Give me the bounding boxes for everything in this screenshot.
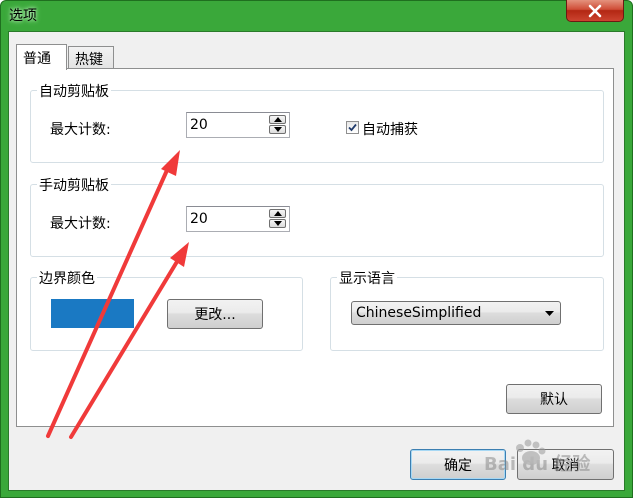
auto-clipboard-label: 自动剪贴板 xyxy=(37,81,111,101)
language-selected-value: ChineseSimplified xyxy=(356,305,482,321)
manual-max-count-spinner xyxy=(269,209,286,229)
auto-clipboard-group: 自动剪贴板 最大计数: 20 自动捕获 xyxy=(30,81,604,163)
auto-capture-label: 自动捕获 xyxy=(362,122,418,138)
auto-max-count-spinner xyxy=(269,115,286,135)
tab-panel-general: 自动剪贴板 最大计数: 20 自动捕获 手动剪贴板 最大计数: 20 边界颜色 … xyxy=(16,68,614,427)
language-select[interactable]: ChineseSimplified xyxy=(351,301,561,325)
border-color-group: 边界颜色 更改... xyxy=(30,268,303,351)
manual-max-count-decrement[interactable] xyxy=(269,219,286,228)
tab-general[interactable]: 普通 xyxy=(16,44,67,70)
checkmark-icon xyxy=(348,123,357,132)
chevron-down-icon xyxy=(545,311,554,316)
manual-clipboard-group: 手动剪贴板 最大计数: 20 xyxy=(30,175,604,257)
border-color-swatch xyxy=(51,299,134,328)
manual-max-count-input[interactable]: 20 xyxy=(186,206,290,232)
window-title: 选项 xyxy=(9,8,37,24)
display-language-label: 显示语言 xyxy=(337,268,397,288)
tab-hotkeys[interactable]: 热键 xyxy=(68,46,114,68)
change-color-button[interactable]: 更改... xyxy=(167,299,263,329)
close-button[interactable] xyxy=(566,0,624,22)
auto-max-count-input[interactable]: 20 xyxy=(186,112,290,138)
manual-max-count-value: 20 xyxy=(190,211,208,227)
auto-max-count-value: 20 xyxy=(190,117,208,133)
manual-clipboard-label: 手动剪贴板 xyxy=(37,175,111,195)
auto-max-count-increment[interactable] xyxy=(269,115,286,124)
display-language-group: 显示语言 ChineseSimplified xyxy=(330,268,604,351)
spin-down-icon xyxy=(274,221,282,226)
default-button[interactable]: 默认 xyxy=(506,384,602,414)
auto-max-count-decrement[interactable] xyxy=(269,125,286,134)
close-icon xyxy=(588,4,602,17)
manual-max-count-label: 最大计数: xyxy=(50,216,111,232)
spin-up-icon xyxy=(274,211,282,216)
auto-capture-checkbox[interactable] xyxy=(346,121,359,134)
border-color-label: 边界颜色 xyxy=(37,268,97,288)
spin-down-icon xyxy=(274,127,282,132)
baidu-watermark-logo: Bai du 经验 xyxy=(484,439,591,475)
manual-max-count-increment[interactable] xyxy=(269,209,286,218)
spin-up-icon xyxy=(274,117,282,122)
auto-max-count-label: 最大计数: xyxy=(50,122,111,138)
watermark-text: Bai du 经验 xyxy=(484,453,591,475)
